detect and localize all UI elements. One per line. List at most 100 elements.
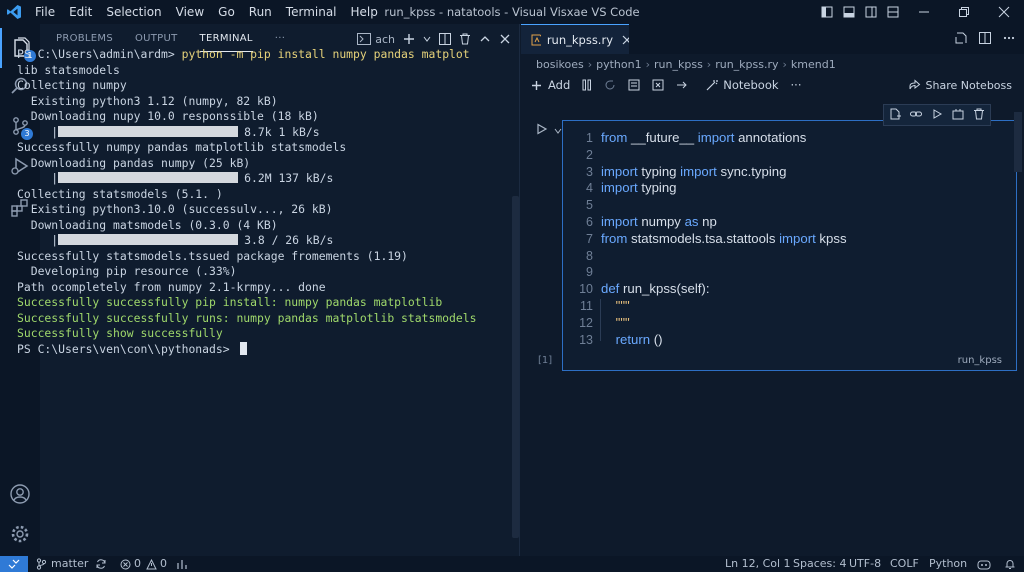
maximize-panel-chevron-up-icon[interactable] [479, 33, 491, 45]
split-editor-icon[interactable] [978, 31, 992, 48]
breadcrumb-item[interactable]: run_kpss.ry [715, 58, 778, 71]
terminal-line: Existing python3.10.0 (successulv..., 26… [17, 202, 333, 216]
share-notebook-button[interactable]: Share Noteboss [908, 74, 1012, 96]
line-number: 9 [586, 265, 593, 280]
breadcrumb-separator-icon: › [782, 57, 787, 71]
code-line[interactable]: """ [601, 298, 630, 313]
terminal-line: PS C:\Users\admin\ardm> python -m pip in… [17, 47, 476, 63]
menu-go[interactable]: Go [211, 0, 242, 24]
toggle-sidebar-icon[interactable] [816, 0, 838, 24]
problems-status[interactable]: 0 0 [120, 556, 167, 572]
branch-name: matter [51, 557, 89, 570]
kill-terminal-trash-icon[interactable] [459, 33, 471, 45]
toggle-panel-icon[interactable] [838, 0, 860, 24]
encoding[interactable]: UTF-8 [849, 556, 881, 572]
line-number: 11 [580, 299, 593, 313]
wand-icon [706, 80, 719, 91]
more-actions-icon[interactable] [1002, 31, 1016, 48]
new-terminal-icon[interactable] [403, 33, 415, 45]
go-to-arrow-icon[interactable] [676, 79, 688, 91]
cell-execution-count: [1] [538, 355, 553, 366]
copilot-icon[interactable] [977, 556, 991, 572]
indentation[interactable]: Spaces: 4 [793, 556, 846, 572]
vscode-logo-icon [0, 0, 28, 24]
ports-icon[interactable] [176, 556, 188, 572]
download-progress-bar [58, 172, 239, 183]
run-options-chevron-icon[interactable] [554, 127, 562, 135]
delete-cell-trash-icon[interactable] [973, 108, 985, 123]
terminal-scrollbar[interactable] [512, 196, 519, 538]
branch-status[interactable]: matter [36, 556, 88, 572]
minimize-icon[interactable] [904, 0, 944, 24]
editor-scrollbar[interactable] [1014, 112, 1022, 172]
sync-icon[interactable] [95, 556, 107, 572]
terminal-line: Downloading matsmodels (0.3.0 (4 KB) [17, 217, 278, 232]
toolbar-more-button[interactable]: ··· [791, 78, 802, 92]
download-progress-bar [58, 125, 239, 137]
execute-cell-play-icon[interactable] [931, 108, 943, 123]
terminal-line: Collecting numpy [17, 78, 127, 92]
notebook-kernel-button[interactable]: Notebook [706, 78, 779, 92]
breadcrumb-item[interactable]: bosikoes [536, 58, 584, 71]
code-line[interactable]: from __future__ import annotations [601, 130, 806, 145]
terminal-line: Successfully statsmodels.tssued package … [17, 248, 408, 263]
close-panel-icon[interactable] [499, 33, 511, 45]
warning-count: 0 [160, 557, 167, 570]
code-cell[interactable]: 1 from __future__ import annotations 2 3 imp… [562, 120, 1017, 371]
code-line[interactable]: import typing import sync.typing [601, 164, 786, 179]
menu-view[interactable]: View [169, 0, 211, 24]
toggle-secondary-sidebar-icon[interactable] [860, 0, 882, 24]
new-file-icon[interactable] [889, 108, 901, 123]
code-line[interactable]: import typing [601, 180, 677, 195]
code-line[interactable]: import numpy as np [601, 214, 717, 229]
title-bar: File Edit Selection View Go Run Terminal Help r… [0, 0, 1024, 24]
terminal-dropdown-icon[interactable] [423, 35, 431, 43]
indent-guide [600, 299, 601, 341]
breadcrumb-item[interactable]: run_kpss [654, 58, 703, 71]
breadcrumb-item[interactable]: kmend1 [791, 58, 836, 71]
split-cell-icon[interactable] [952, 108, 964, 123]
customize-layout-icon[interactable] [882, 0, 904, 24]
clear-outputs-icon[interactable] [628, 79, 640, 91]
add-cell-button[interactable]: Add [531, 78, 570, 92]
line-number: 2 [586, 147, 593, 162]
terminal-output[interactable]: PS C:\Users\admin\ardm> python -m pip in… [17, 47, 476, 357]
close-tab-icon[interactable] [622, 35, 629, 45]
menu-terminal[interactable]: Terminal [279, 0, 344, 24]
split-terminal-icon[interactable] [439, 33, 451, 45]
compare-changes-icon[interactable] [954, 31, 968, 48]
terminal-line: | 8.7k 1 kB/s [51, 124, 320, 139]
menu-edit[interactable]: Edit [62, 0, 99, 24]
cell-language-label[interactable]: run_kpss [958, 355, 1002, 366]
notifications-bell-icon[interactable] [1004, 556, 1016, 572]
cursor-position[interactable]: Ln 12, Col 1 [725, 556, 791, 572]
language-mode[interactable]: Python [929, 556, 967, 572]
code-line[interactable]: return () [601, 332, 663, 347]
pause-icon[interactable] [582, 79, 592, 91]
close-window-icon[interactable] [984, 0, 1024, 24]
restore-icon[interactable] [944, 0, 984, 24]
remote-indicator-icon[interactable] [0, 556, 28, 572]
menu-selection[interactable]: Selection [99, 0, 168, 24]
restart-icon[interactable] [604, 79, 616, 91]
editor-tab-run-kpss[interactable]: run_kpss.ry [521, 24, 629, 54]
terminal-prompt: PS C:\Users\ven\con\\pythonads> [17, 341, 237, 356]
code-line[interactable]: from statsmodels.tsa.stattools import kp… [601, 231, 847, 246]
share-icon [909, 79, 920, 90]
terminal-selector[interactable]: ach [357, 33, 395, 46]
link-icon[interactable] [909, 108, 922, 123]
breadcrumb-item[interactable]: python1 [596, 58, 641, 71]
menu-run[interactable]: Run [242, 0, 279, 24]
run-cell-icon[interactable] [536, 123, 562, 138]
variables-icon[interactable] [652, 79, 664, 91]
code-line[interactable]: """ [601, 315, 630, 330]
account-icon[interactable] [0, 474, 40, 514]
breadcrumb-separator-icon: › [645, 57, 651, 71]
terminal-line: Downloading pandas numpy (25 kB) [17, 155, 251, 170]
menu-file[interactable]: File [28, 0, 62, 24]
code-line[interactable]: def run_kpss(self): [601, 281, 709, 296]
end-of-line[interactable]: COLF [890, 556, 919, 572]
line-number: 4 [586, 181, 593, 196]
settings-gear-icon[interactable] [0, 514, 40, 554]
menu-help[interactable]: Help [344, 0, 385, 24]
